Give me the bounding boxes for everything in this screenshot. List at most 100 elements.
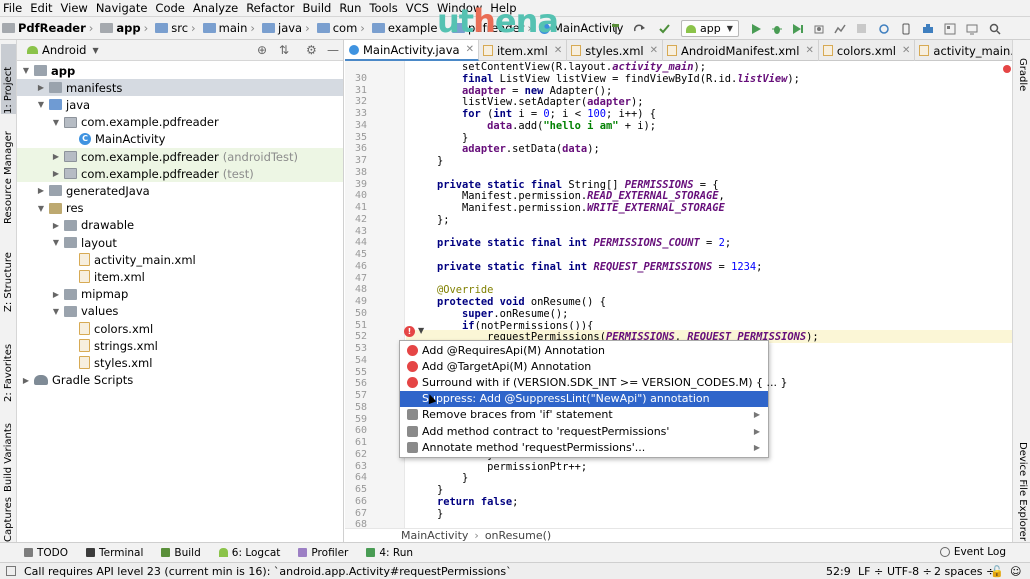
chevron-right-icon[interactable]: ▶ — [36, 186, 46, 195]
tree-item[interactable]: C MainActivity — [17, 131, 343, 148]
inspector-icon[interactable]: ☺ — [1010, 565, 1021, 578]
intention-action-item[interactable]: Annotate method 'requestPermissions'... ▶ — [400, 439, 768, 455]
tool-logcat[interactable]: 6: Logcat — [218, 547, 280, 559]
file-encoding[interactable]: UTF-8 ÷ — [887, 565, 932, 578]
intention-action-item[interactable]: Add @TargetApi(M) Annotation — [400, 358, 768, 374]
editor-tab[interactable]: colors.xml ✕ — [819, 40, 916, 61]
tool-tab-gradle[interactable]: Gradle — [1015, 58, 1030, 104]
menu-run[interactable]: Run — [336, 0, 364, 16]
search-everywhere-icon[interactable] — [987, 20, 1003, 37]
tree-item[interactable]: ▶ manifests — [17, 79, 343, 97]
hide-panel-icon[interactable]: — — [327, 44, 339, 56]
debug-icon[interactable] — [769, 20, 785, 37]
tree-item[interactable]: ▶ com.example.pdfreader (androidTest) — [17, 148, 343, 165]
code-line[interactable]: } — [412, 155, 443, 167]
tree-item[interactable]: ▼ layout — [17, 234, 343, 251]
intention-action-item[interactable]: Add method contract to 'requestPermissio… — [400, 423, 768, 439]
tool-terminal[interactable]: Terminal — [86, 547, 143, 559]
make-project-icon[interactable] — [656, 20, 672, 37]
intention-action-item[interactable]: Surround with if (VERSION.SDK_INT >= VER… — [400, 374, 788, 390]
code-line[interactable]: private static final String[] PERMISSION… — [412, 179, 719, 191]
code-line[interactable]: setContentView(R.layout.activity_main); — [412, 61, 706, 73]
chevron-right-icon[interactable]: ▶ — [51, 169, 61, 178]
locate-icon[interactable]: ⊕ — [257, 44, 267, 56]
menu-code[interactable]: Code — [152, 0, 187, 16]
code-line[interactable]: return false; — [412, 496, 518, 508]
chevron-down-icon[interactable]: ▼ — [36, 204, 46, 213]
tool-tab-build-variants[interactable]: Build Variants — [1, 408, 16, 492]
error-stripe-marker[interactable] — [1003, 65, 1011, 73]
chevron-down-icon[interactable]: ▼ — [51, 118, 61, 127]
hammer-icon[interactable] — [608, 20, 624, 37]
tree-item[interactable]: colors.xml — [17, 320, 343, 337]
breadcrumb-class[interactable]: MainActivity — [401, 529, 468, 542]
tree-item[interactable]: ▶ Gradle Scripts — [17, 372, 343, 389]
tool-tab-device-file-explorer[interactable]: Device File Explorer — [1015, 442, 1030, 541]
tree-item[interactable]: ▶ generatedJava — [17, 182, 343, 199]
caret-position[interactable]: 52:9 — [826, 565, 851, 578]
device-monitor-icon[interactable] — [964, 20, 980, 37]
code-line[interactable]: final ListView listView = findViewById(R… — [412, 73, 800, 85]
tool-todo[interactable]: TODO — [24, 547, 68, 559]
code-line[interactable]: super.onResume(); — [412, 308, 568, 320]
nav-crumb[interactable]: src › — [153, 21, 198, 35]
tool-tab-structure[interactable]: Z: Structure — [1, 236, 16, 312]
chevron-right-icon[interactable]: ▶ — [51, 152, 61, 161]
code-line[interactable]: adapter = new Adapter(); — [412, 85, 612, 97]
intention-action-item[interactable]: Suppress: Add @SuppressLint("NewApi") an… — [400, 390, 768, 407]
nav-crumb[interactable]: java › — [260, 21, 313, 35]
tree-item[interactable]: styles.xml — [17, 354, 343, 371]
chevron-down-icon[interactable]: ▼ — [51, 307, 61, 316]
redo-icon[interactable] — [631, 20, 647, 37]
tree-item[interactable]: ▶ com.example.pdfreader (test) — [17, 165, 343, 183]
stop-icon[interactable] — [853, 20, 869, 37]
tool-run[interactable]: 4: Run — [366, 547, 413, 559]
code-line[interactable]: private static final int REQUEST_PERMISS… — [412, 261, 762, 273]
run-icon[interactable] — [748, 20, 764, 37]
indent-setting[interactable]: 2 spaces ÷ — [934, 565, 995, 578]
code-line[interactable]: protected void onResume() { — [412, 296, 606, 308]
tool-tab-resource-manager[interactable]: Resource Manager — [1, 124, 16, 224]
error-bulb-icon[interactable]: ! — [404, 326, 415, 337]
tree-item[interactable]: ▼ res — [17, 200, 343, 217]
apply-changes-icon[interactable] — [790, 20, 806, 37]
nav-crumb[interactable]: app › — [98, 21, 151, 35]
menu-edit[interactable]: Edit — [27, 0, 55, 16]
tool-event-log[interactable]: Event Log — [939, 546, 1006, 558]
tree-item[interactable]: ▼ com.example.pdfreader — [17, 114, 343, 131]
menu-refactor[interactable]: Refactor — [243, 0, 297, 16]
menu-view[interactable]: View — [58, 0, 91, 16]
breadcrumb-method[interactable]: onResume() — [485, 529, 551, 542]
tree-item[interactable]: activity_main.xml — [17, 251, 343, 268]
project-view-select[interactable]: Android — [42, 43, 86, 57]
line-separator[interactable]: LF ÷ — [858, 565, 883, 578]
chevron-right-icon[interactable]: ▶ — [51, 290, 61, 299]
layout-inspector-icon[interactable] — [942, 20, 958, 37]
lock-icon[interactable]: 🔓 — [990, 565, 1004, 578]
nav-crumb[interactable]: main › — [201, 21, 258, 35]
menu-build[interactable]: Build — [299, 0, 334, 16]
chevron-right-icon[interactable]: ▶ — [21, 376, 31, 385]
close-icon[interactable]: ✕ — [650, 45, 658, 56]
intention-action-item[interactable]: Remove braces from 'if' statement ▶ — [400, 407, 768, 423]
intention-action-item[interactable]: Add @RequiresApi(M) Annotation — [400, 342, 768, 358]
code-line[interactable]: }; — [412, 214, 450, 226]
chevron-right-icon[interactable]: ▶ — [36, 83, 46, 92]
code-line[interactable]: listView.setAdapter(adapter); — [412, 96, 643, 108]
editor-tab[interactable]: styles.xml ✕ — [567, 40, 664, 61]
attach-debugger-icon[interactable] — [811, 20, 827, 37]
menu-analyze[interactable]: Analyze — [190, 0, 241, 16]
code-line[interactable]: for (int i = 0; i < 100; i++) { — [412, 108, 656, 120]
collapse-all-icon[interactable]: ⇅ — [279, 44, 289, 56]
code-line[interactable]: } — [412, 132, 468, 144]
close-icon[interactable]: ✕ — [554, 45, 562, 56]
profile-icon[interactable] — [832, 20, 848, 37]
tool-build[interactable]: Build — [161, 547, 201, 559]
sync-icon[interactable] — [876, 20, 892, 37]
nav-crumb[interactable]: PdfReader › — [0, 21, 96, 35]
menu-tools[interactable]: Tools — [366, 0, 400, 16]
tool-tab-captures[interactable]: Captures — [1, 497, 16, 542]
avd-manager-icon[interactable] — [898, 20, 914, 37]
chevron-down-icon[interactable]: ▼ — [36, 100, 46, 109]
tree-item[interactable]: ▶ drawable — [17, 217, 343, 234]
